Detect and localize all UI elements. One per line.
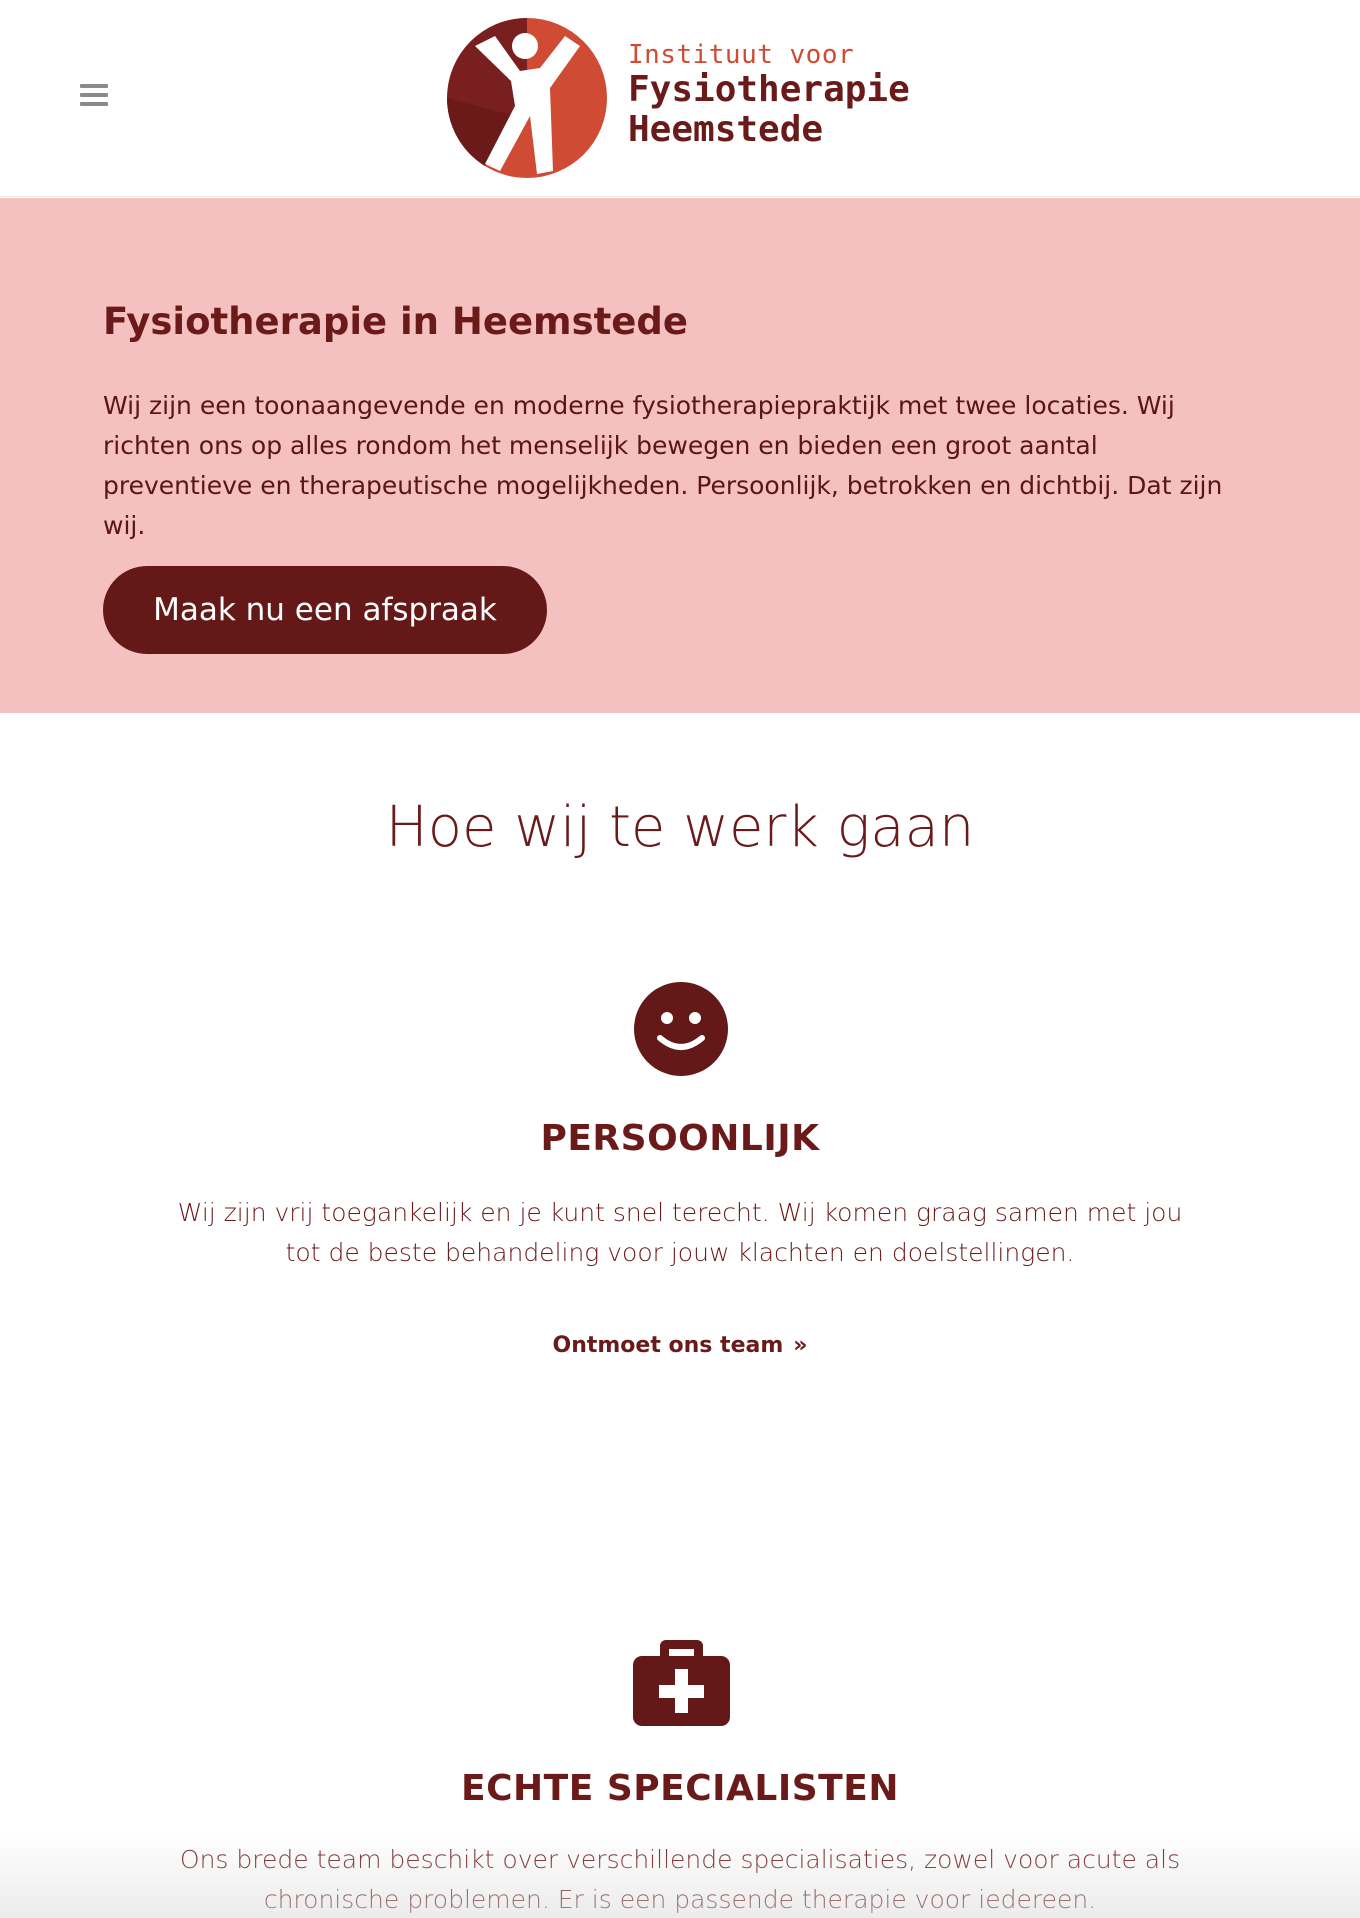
hero-title: Fysiotherapie in Heemstede <box>103 300 688 343</box>
logo-line-1: Instituut voor <box>628 40 855 70</box>
make-appointment-button[interactable]: Maak nu een afspraak <box>103 566 547 654</box>
hero-text: Wij zijn een toonaangevende en moderne f… <box>103 391 1223 540</box>
logo-figure-icon <box>447 18 607 178</box>
feature-text-persoonlijk: Wij zijn vrij toegankelijk en je kunt sn… <box>177 1198 1183 1267</box>
feature-text-echte-specialisten: Ons brede team beschikt over verschillen… <box>179 1845 1181 1914</box>
meet-team-link-label: Ontmoet ons team <box>552 1333 784 1358</box>
section-title: Hoe wij te werk gaan <box>385 795 975 860</box>
logo-line-2: Fysiotherapie <box>628 69 910 110</box>
logo-wordmark: Instituut voor Fysiotherapie Heemstede <box>628 40 910 150</box>
site-logo[interactable]: Instituut voor Fysiotherapie Heemstede <box>445 16 910 181</box>
smiley-icon <box>634 982 728 1076</box>
medkit-icon <box>633 1640 730 1726</box>
feature-heading-persoonlijk: PERSOONLIJK <box>540 1118 820 1159</box>
logo-line-3: Heemstede <box>628 109 824 150</box>
meet-team-link[interactable]: Ontmoet ons team » <box>0 1333 1360 1358</box>
hamburger-menu-icon[interactable] <box>80 84 108 108</box>
feature-heading-echte-specialisten: ECHTE SPECIALISTEN <box>461 1768 899 1809</box>
site-header: Instituut voor Fysiotherapie Heemstede <box>0 0 1360 197</box>
double-chevron-right-icon: » <box>793 1333 808 1358</box>
